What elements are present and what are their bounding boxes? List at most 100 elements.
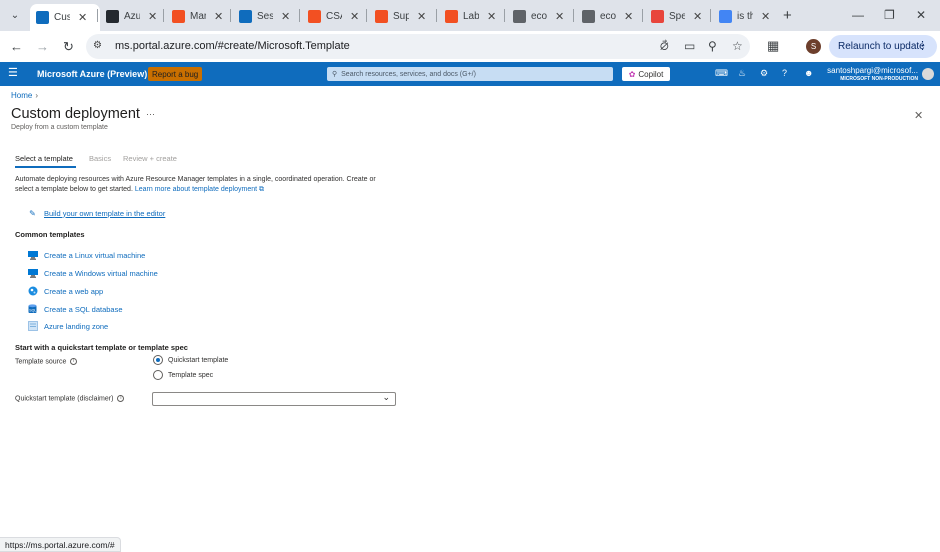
microsoft-icon (172, 9, 185, 23)
template-label: Azure landing zone (44, 321, 109, 331)
minimize-button[interactable]: — (852, 8, 864, 22)
copilot-button[interactable]: ✿ Copilot (622, 67, 670, 81)
azure-search-input[interactable]: ⚲ Search resources, services, and docs (… (327, 67, 613, 81)
tab-separator (366, 9, 367, 22)
tab-close-icon[interactable]: ✕ (693, 10, 702, 23)
browser-tab[interactable]: eco ✕ (576, 4, 640, 28)
address-url[interactable]: ms.portal.azure.com/#create/Microsoft.Te… (115, 40, 350, 52)
quickstart-template-dropdown[interactable]: ⌄ (152, 392, 396, 406)
browser-tab[interactable]: is th ✕ (713, 4, 777, 28)
tab-separator (299, 9, 300, 22)
speed-icon (651, 9, 664, 23)
common-templates-heading: Common templates (15, 230, 85, 239)
tab-separator (642, 9, 643, 22)
account-avatar[interactable] (922, 68, 934, 80)
chevron-down-icon: ⌄ (382, 392, 390, 402)
microsoft-icon (375, 9, 388, 23)
page-title: Custom deployment (11, 106, 140, 122)
quickstart-template-label: Quickstart template (disclaimer) i (15, 395, 125, 403)
tab-review-create[interactable]: Review + create (123, 154, 177, 163)
tab-select-template[interactable]: Select a template (15, 154, 73, 163)
restore-button[interactable]: ❐ (884, 8, 895, 22)
bookmark-star-icon[interactable]: ☆ (732, 39, 743, 53)
search-placeholder: Search resources, services, and docs (G+… (341, 70, 476, 78)
tab-close-icon[interactable]: ✕ (350, 10, 359, 23)
back-icon[interactable]: ← (10, 39, 23, 54)
azure-brand[interactable]: Microsoft Azure (Preview) (37, 69, 147, 79)
vm-icon (27, 250, 38, 260)
tab-search-chevron-icon[interactable]: ⌄ (5, 6, 25, 24)
web-app-icon (27, 286, 38, 296)
site-settings-icon[interactable]: ⚙ (93, 40, 102, 51)
quickstart-template-text: Quickstart template (disclaimer) (15, 395, 114, 403)
radio-template-spec[interactable]: Template spec (153, 370, 213, 380)
browser-tab[interactable]: Cust ✕ (30, 4, 100, 31)
settings-gear-icon[interactable]: ⚙ (760, 68, 768, 79)
feedback-icon[interactable]: ☻ (804, 68, 813, 78)
tab-title: Azu (124, 10, 140, 22)
more-options-icon[interactable]: ⋯ (146, 109, 155, 120)
browser-tab[interactable]: eco ✕ (507, 4, 571, 28)
tab-close-icon[interactable]: ✕ (417, 10, 426, 23)
chevron-right-icon: › (35, 91, 39, 100)
close-window-button[interactable]: ✕ (916, 8, 926, 22)
portal-menu-icon[interactable]: ☰ (8, 66, 18, 79)
tab-close-icon[interactable]: ✕ (281, 10, 290, 23)
cloud-shell-icon[interactable]: ⌨ (715, 68, 728, 79)
tab-title: CSA (326, 10, 342, 22)
help-icon[interactable]: ? (782, 68, 787, 78)
tab-title: Sup (393, 10, 409, 22)
cast-icon[interactable]: ▭ (684, 39, 695, 53)
template-source-label: Template source i (15, 358, 78, 365)
tab-close-icon[interactable]: ✕ (555, 10, 564, 23)
info-icon[interactable]: i (117, 395, 125, 402)
notifications-icon[interactable]: ♨ (738, 68, 746, 79)
tab-close-icon[interactable]: ✕ (214, 10, 223, 23)
account-info[interactable]: santoshpargi@microsof... MICROSOFT NON-P… (822, 66, 918, 84)
build-own-template-link[interactable]: ✎ Build your own template in the editor (27, 208, 165, 218)
template-link-windows-vm[interactable]: Create a Windows virtual machine (27, 268, 158, 278)
browser-tab[interactable]: Sup ✕ (369, 4, 433, 28)
browser-tab[interactable]: Sess ✕ (233, 4, 297, 28)
relaunch-button[interactable]: Relaunch to update ⋮ (829, 35, 937, 58)
template-link-sql-database[interactable]: SQL Create a SQL database (27, 304, 123, 314)
extensions-icon[interactable]: ▦ (767, 38, 779, 54)
new-tab-button[interactable]: + (783, 7, 792, 24)
radio-button[interactable] (153, 370, 163, 380)
browser-tab[interactable]: Azu ✕ (100, 4, 164, 28)
vm-icon (27, 268, 38, 278)
browser-tab[interactable]: Spe ✕ (645, 4, 709, 28)
tab-close-icon[interactable]: ✕ (148, 10, 157, 23)
address-bar[interactable]: ⚙ ms.portal.azure.com/#create/Microsoft.… (86, 34, 750, 59)
radio-label: Template spec (168, 371, 214, 379)
profile-avatar[interactable]: S (806, 39, 821, 54)
tab-close-icon[interactable]: ✕ (624, 10, 633, 23)
tab-close-icon[interactable]: ✕ (487, 10, 496, 23)
tab-close-icon[interactable]: ✕ (78, 11, 87, 24)
tracking-off-icon[interactable]: ⦳ (660, 39, 669, 54)
more-menu-icon[interactable]: ⋮ (917, 39, 928, 52)
report-bug-button[interactable]: Report a bug (148, 67, 203, 81)
template-link-linux-vm[interactable]: Create a Linux virtual machine (27, 250, 145, 260)
info-icon[interactable]: i (70, 358, 78, 365)
user-tenant: MICROSOFT NON-PRODUCTION (840, 76, 918, 82)
template-link-web-app[interactable]: Create a web app (27, 286, 103, 296)
github-icon (106, 9, 119, 23)
microsoft-icon (308, 9, 321, 23)
reload-icon[interactable]: ↻ (63, 39, 74, 55)
breadcrumb-home[interactable]: Home (11, 91, 32, 100)
browser-tab[interactable]: Lab ✕ (439, 4, 503, 28)
breadcrumb: Home › (11, 91, 38, 100)
radio-button-selected[interactable] (153, 355, 163, 365)
close-icon[interactable]: ✕ (914, 109, 923, 122)
forward-icon[interactable]: → (36, 39, 49, 54)
tab-close-icon[interactable]: ✕ (761, 10, 770, 23)
browser-tab[interactable]: CSA ✕ (302, 4, 366, 28)
learn-more-link[interactable]: Learn more about template deployment ⧉ (135, 186, 264, 193)
template-link-landing-zone[interactable]: Azure landing zone (27, 321, 108, 331)
tab-basics[interactable]: Basics (89, 154, 111, 163)
radio-quickstart-template[interactable]: Quickstart template (153, 355, 228, 365)
zoom-icon[interactable]: ⚲ (708, 39, 717, 53)
browser-tab[interactable]: Mar ✕ (166, 4, 230, 28)
quickstart-heading: Start with a quickstart template or temp… (15, 343, 188, 352)
